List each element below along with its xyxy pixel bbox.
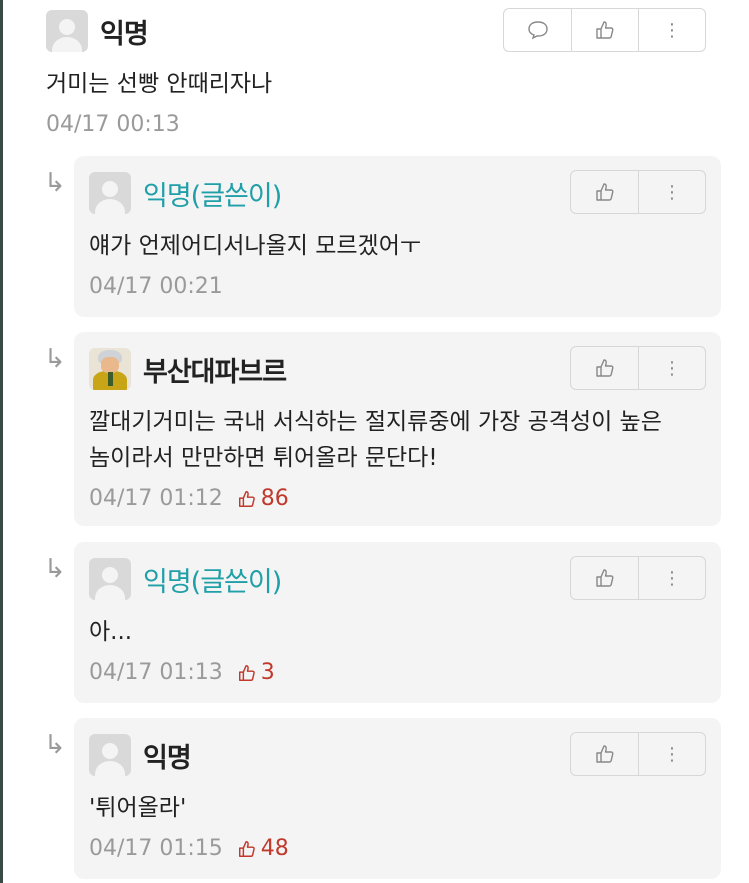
- reply-text: '튀어올라': [89, 795, 187, 821]
- more-icon: ⋮: [663, 743, 681, 765]
- avatar-photo: [89, 348, 131, 390]
- like-count: 48: [237, 836, 289, 861]
- avatar: [89, 558, 131, 600]
- reply-actions: ⋮: [570, 556, 706, 600]
- reply-text: 깔대기거미는 국내 서식하는 절지류중에 가장 공격성이 높은 놈이라서 만만하…: [89, 404, 706, 476]
- reply-text: 아...: [89, 619, 133, 645]
- reply-text-line: 깔대기거미는 국내 서식하는 절지류중에 가장 공격성이 높은: [89, 409, 662, 435]
- author-name: 익명(글쓴이): [143, 180, 282, 212]
- author-name: 익명: [100, 18, 149, 50]
- thumbs-up-icon: [596, 21, 614, 39]
- more-icon: ⋮: [663, 567, 681, 589]
- reply-meta: 04/17 01:12 86: [89, 486, 706, 511]
- timestamp: 04/17 01:12: [89, 486, 223, 511]
- reply-meta: 04/17 00:21: [89, 274, 706, 299]
- author-name: 익명: [143, 742, 192, 774]
- avatar: [46, 10, 88, 52]
- reply-meta: 04/17 01:15 48: [89, 836, 706, 861]
- comment: 익명 ⋮ 거미는 선빵 안때리자나 04/17 00:13: [46, 8, 706, 150]
- reply-actions: ⋮: [570, 170, 706, 214]
- like-button[interactable]: [571, 733, 638, 775]
- thumbs-up-icon: [595, 183, 613, 201]
- reply-item: 부산대파브르 ⋮ 깔대기거미는 국내 서식하는 절지류중에 가장 공격성이 높은…: [74, 332, 721, 526]
- window-edge: [0, 0, 3, 883]
- more-options-button[interactable]: ⋮: [638, 347, 705, 389]
- thumbs-up-icon: [238, 664, 255, 681]
- reply-text-line: 놈이라서 만만하면 튀어올라 문단다!: [89, 445, 438, 471]
- reply-meta: 04/17 01:13 3: [89, 660, 706, 685]
- like-button[interactable]: [571, 171, 638, 213]
- author-name: 익명(글쓴이): [143, 566, 282, 598]
- thumbs-up-icon: [238, 490, 255, 507]
- reply-item: 익명(글쓴이) ⋮ 아... 04/17 01:13 3: [74, 542, 721, 703]
- avatar: [89, 734, 131, 776]
- more-icon: ⋮: [663, 19, 681, 41]
- timestamp: 04/17 00:13: [46, 112, 180, 137]
- reply-item: 익명 ⋮ '튀어올라' 04/17 01:15 48: [74, 718, 721, 879]
- more-options-button[interactable]: ⋮: [638, 733, 705, 775]
- author-name: 부산대파브르: [143, 356, 287, 388]
- like-button[interactable]: [571, 347, 638, 389]
- more-icon: ⋮: [663, 357, 681, 379]
- reply-button[interactable]: [504, 9, 571, 51]
- more-options-button[interactable]: ⋮: [638, 557, 705, 599]
- comment-meta: 04/17 00:13: [46, 112, 706, 137]
- thumbs-up-icon: [238, 840, 255, 857]
- more-icon: ⋮: [663, 181, 681, 203]
- thumbs-up-icon: [595, 569, 613, 587]
- reply-arrow-icon: ↳: [44, 554, 66, 584]
- reply-actions: ⋮: [570, 732, 706, 776]
- timestamp: 04/17 00:21: [89, 274, 223, 299]
- timestamp: 04/17 01:13: [89, 660, 223, 685]
- comment-actions: ⋮: [503, 8, 706, 52]
- avatar: [89, 172, 131, 214]
- reply-item: 익명(글쓴이) ⋮ 얘가 언제어디서나올지 모르겠어ㅜ 04/17 00:21: [74, 156, 721, 317]
- comment-text: 거미는 선빵 안때리자나: [46, 71, 273, 97]
- reply-arrow-icon: ↳: [44, 730, 66, 760]
- reply-arrow-icon: ↳: [44, 344, 66, 374]
- speech-bubble-icon: [527, 21, 548, 40]
- reply-arrow-icon: ↳: [44, 168, 66, 198]
- thumbs-up-icon: [595, 359, 613, 377]
- like-button[interactable]: [571, 557, 638, 599]
- like-count: 86: [237, 486, 289, 511]
- timestamp: 04/17 01:15: [89, 836, 223, 861]
- thumbs-up-icon: [595, 745, 613, 763]
- like-count: 3: [237, 660, 275, 685]
- reply-actions: ⋮: [570, 346, 706, 390]
- more-options-button[interactable]: ⋮: [638, 171, 705, 213]
- reply-text: 얘가 언제어디서나올지 모르겠어ㅜ: [89, 233, 422, 259]
- more-options-button[interactable]: ⋮: [638, 9, 705, 51]
- like-button[interactable]: [571, 9, 638, 51]
